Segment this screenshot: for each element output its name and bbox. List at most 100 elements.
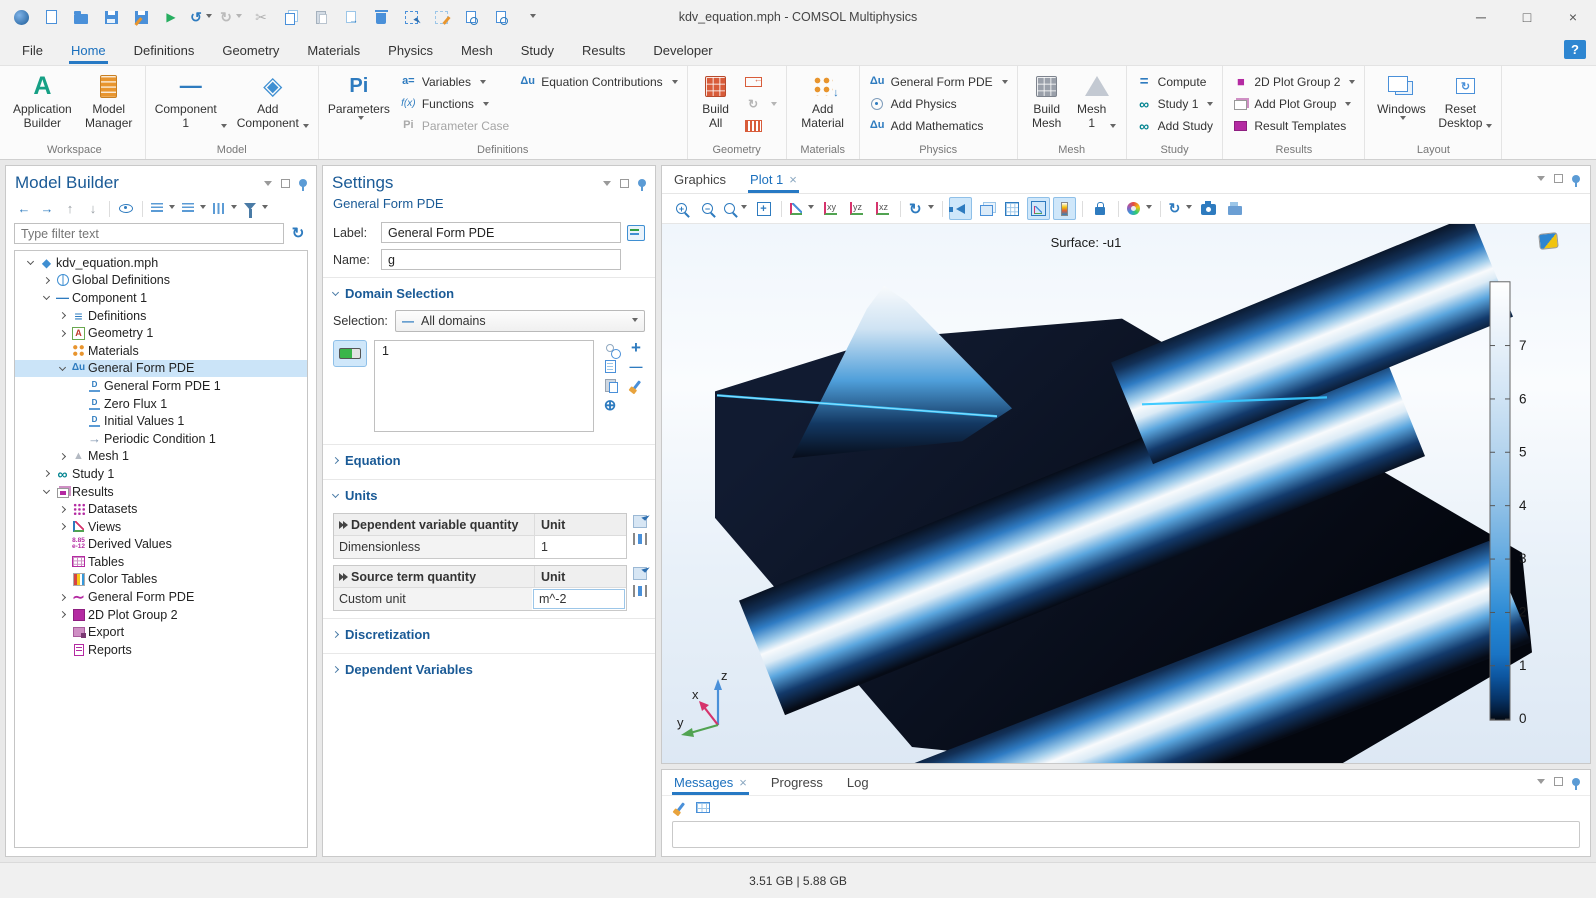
- expander-icon[interactable]: [23, 261, 37, 264]
- panel-menu-icon[interactable]: [1537, 176, 1545, 181]
- plot-canvas[interactable]: Surface: -u1: [662, 224, 1590, 763]
- add-to-selection-icon[interactable]: [627, 342, 645, 354]
- tab-messages[interactable]: Messages×: [674, 770, 747, 795]
- float-panel-icon[interactable]: [1554, 174, 1563, 183]
- find-results-button[interactable]: [488, 4, 514, 30]
- help-button[interactable]: ?: [1564, 40, 1586, 59]
- tab-results[interactable]: Results: [568, 36, 639, 64]
- change-unit-icon[interactable]: [633, 585, 647, 597]
- customize-toolbar-button[interactable]: [518, 4, 544, 30]
- section-units[interactable]: Units: [323, 479, 655, 510]
- tree-item-2d-plot-group-2[interactable]: 2D Plot Group 2: [15, 606, 307, 624]
- tree-item-study-1[interactable]: Study 1: [15, 465, 307, 483]
- import-geometry-button[interactable]: [741, 71, 781, 92]
- messages-output[interactable]: [672, 821, 1580, 848]
- physics-interface-button[interactable]: General Form PDE: [865, 71, 1012, 92]
- find-button[interactable]: [458, 4, 484, 30]
- filter-button[interactable]: [242, 198, 270, 219]
- tab-log[interactable]: Log: [847, 770, 869, 795]
- create-selection-icon[interactable]: [601, 342, 619, 354]
- tree-item-color-tables[interactable]: Color Tables: [15, 571, 307, 589]
- close-tab-icon[interactable]: ×: [739, 775, 747, 790]
- duplicate-button[interactable]: [338, 4, 364, 30]
- float-panel-icon[interactable]: [281, 179, 290, 188]
- copy-button[interactable]: [278, 4, 304, 30]
- tab-study[interactable]: Study: [507, 36, 568, 64]
- tab-developer[interactable]: Developer: [639, 36, 726, 64]
- reset-desktop-button[interactable]: Reset Desktop: [1434, 69, 1496, 143]
- study-1-button[interactable]: Study 1: [1132, 93, 1218, 114]
- undo-button[interactable]: [188, 4, 214, 30]
- tree-filter-input[interactable]: [14, 223, 284, 244]
- lock-axes-button[interactable]: [1089, 197, 1112, 220]
- cut-button[interactable]: [248, 4, 274, 30]
- tree-item-general-form-pde[interactable]: General Form PDE: [15, 360, 307, 378]
- parameters-button[interactable]: Parameters: [324, 69, 394, 143]
- expander-icon[interactable]: [55, 454, 69, 459]
- show-axes-toggle[interactable]: [1027, 197, 1050, 220]
- section-equation[interactable]: Equation: [323, 444, 655, 475]
- tree-item-initial-values-1[interactable]: Initial Values 1: [15, 412, 307, 430]
- build-mesh-button[interactable]: Build Mesh: [1023, 69, 1071, 143]
- add-mathematics-button[interactable]: Add Mathematics: [865, 115, 1012, 136]
- model-manager-button[interactable]: Model Manager: [78, 69, 140, 143]
- tree-item-datasets[interactable]: Datasets: [15, 500, 307, 518]
- tree-item-component-1[interactable]: Component 1: [15, 289, 307, 307]
- zoom-in-button[interactable]: +: [670, 197, 693, 220]
- tree-item-tables[interactable]: Tables: [15, 553, 307, 571]
- pin-panel-icon[interactable]: [299, 179, 307, 187]
- tree-item-views[interactable]: Views: [15, 518, 307, 536]
- view-xz-button[interactable]: xz: [871, 197, 894, 220]
- change-unit-icon[interactable]: [633, 533, 647, 545]
- go-forward-button[interactable]: →: [37, 198, 57, 219]
- tree-item-global-definitions[interactable]: Global Definitions: [15, 272, 307, 290]
- expander-icon[interactable]: [39, 490, 53, 493]
- save-button[interactable]: [98, 4, 124, 30]
- panel-menu-icon[interactable]: [1537, 779, 1545, 784]
- close-tab-icon[interactable]: ×: [789, 172, 797, 187]
- expander-icon[interactable]: [55, 612, 69, 617]
- deselect-button[interactable]: [428, 4, 454, 30]
- rename-tag-icon[interactable]: [627, 225, 645, 241]
- panel-menu-icon[interactable]: [264, 181, 272, 186]
- maximize-button[interactable]: □: [1504, 0, 1550, 34]
- copy-selection-icon[interactable]: [601, 360, 619, 373]
- default-view-button[interactable]: [907, 197, 936, 220]
- pin-panel-icon[interactable]: [1572, 778, 1580, 786]
- image-effects-button[interactable]: [1125, 197, 1154, 220]
- tab-file[interactable]: File: [8, 36, 57, 64]
- virtual-operations-button[interactable]: [741, 115, 781, 136]
- expander-icon[interactable]: [39, 296, 53, 299]
- zoom-box-button[interactable]: [722, 197, 749, 220]
- edit-table-icon[interactable]: [633, 567, 647, 580]
- save-as-button[interactable]: [128, 4, 154, 30]
- tree-item-mesh-1[interactable]: Mesh 1: [15, 448, 307, 466]
- show-color-legend-toggle[interactable]: [1053, 197, 1076, 220]
- table-row[interactable]: Dimensionless 1: [334, 536, 626, 558]
- show-grid-toggle[interactable]: [1001, 197, 1024, 220]
- view-xy-button[interactable]: xy: [819, 197, 842, 220]
- move-down-button[interactable]: ↓: [83, 198, 103, 219]
- tree-item-general-form-pde-results[interactable]: General Form PDE: [15, 588, 307, 606]
- add-plot-group-button[interactable]: Add Plot Group: [1228, 93, 1359, 114]
- tree-item-root[interactable]: kdv_equation.mph: [15, 254, 307, 272]
- delete-button[interactable]: [368, 4, 394, 30]
- run-button[interactable]: [158, 4, 184, 30]
- expander-icon[interactable]: [55, 524, 69, 529]
- view-yz-button[interactable]: yz: [845, 197, 868, 220]
- float-panel-icon[interactable]: [1554, 777, 1563, 786]
- label-input[interactable]: [381, 222, 621, 243]
- tree-item-derived-values[interactable]: Derived Values: [15, 536, 307, 554]
- node-label-button[interactable]: [211, 198, 239, 219]
- tab-geometry[interactable]: Geometry: [208, 36, 293, 64]
- active-selection-toggle[interactable]: [333, 340, 367, 367]
- panel-menu-icon[interactable]: [603, 181, 611, 186]
- float-panel-icon[interactable]: [620, 179, 629, 188]
- expander-icon[interactable]: [39, 278, 53, 283]
- expander-icon[interactable]: [55, 313, 69, 318]
- tab-progress[interactable]: Progress: [771, 770, 823, 795]
- go-back-button[interactable]: ←: [14, 198, 34, 219]
- copy-messages-button[interactable]: [696, 802, 710, 813]
- move-up-button[interactable]: ↑: [60, 198, 80, 219]
- application-builder-button[interactable]: Application Builder: [9, 69, 76, 143]
